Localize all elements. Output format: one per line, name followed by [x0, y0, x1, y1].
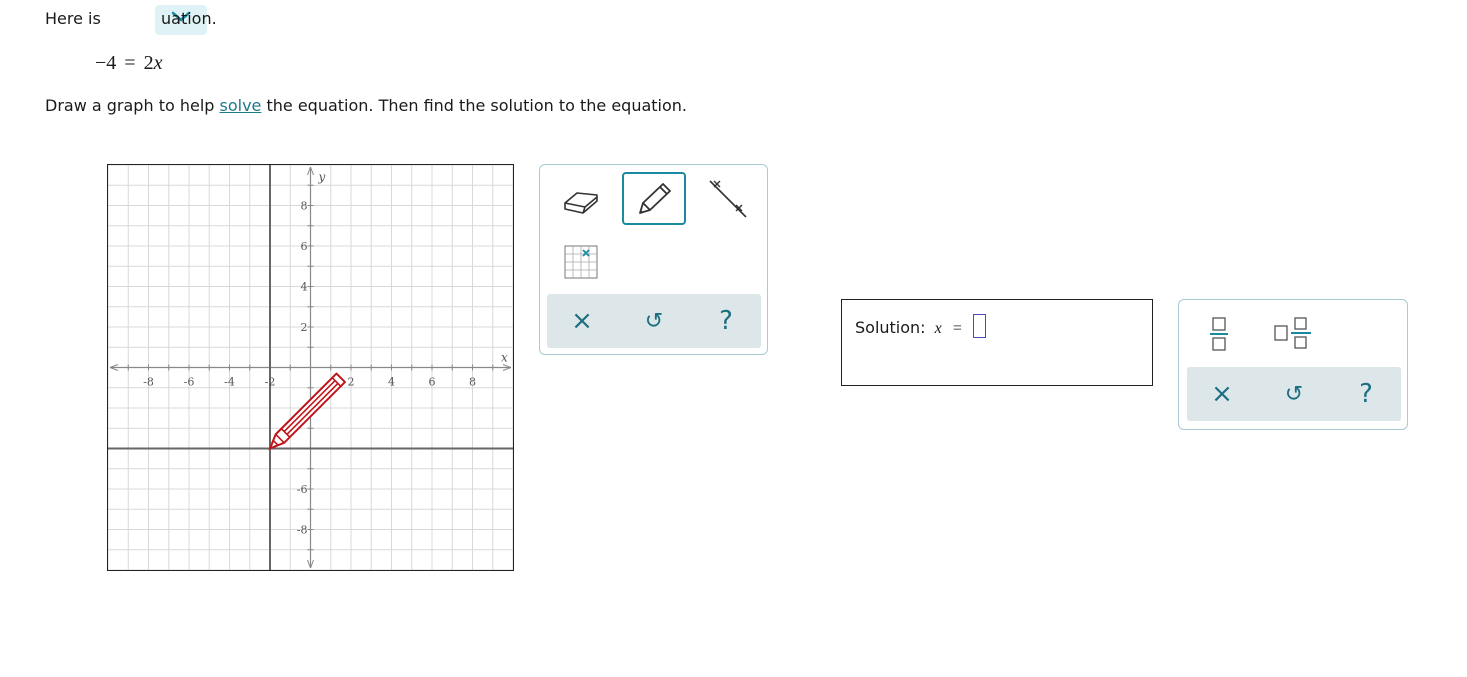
x-tick-label: 8	[469, 376, 476, 389]
x-tick-label: -4	[224, 376, 235, 389]
y-tick-label: -6	[297, 483, 308, 496]
point-tool[interactable]	[556, 237, 606, 287]
y-tick-label: 4	[301, 281, 308, 294]
graph-tool-bar: × ↺ ?	[547, 294, 761, 348]
answer-box: Solution: x =	[841, 299, 1153, 386]
mixed-number-icon	[1274, 317, 1311, 349]
instruction-text-after: the equation. Then find the solution to …	[261, 96, 688, 115]
pencil-icon	[639, 182, 671, 214]
y-tick-label: -8	[297, 524, 308, 537]
solution-label: Solution:	[855, 318, 926, 337]
x-tick-label: -2	[265, 376, 276, 389]
equation-variable: x	[153, 52, 163, 74]
x-tick-label: 2	[348, 376, 355, 389]
x-tick-label: -8	[143, 376, 154, 389]
keypad-bar: × ↺ ?	[1187, 367, 1401, 421]
fraction-button[interactable]	[1201, 312, 1237, 354]
y-tick-label: 6	[301, 240, 308, 253]
eraser-icon	[564, 192, 598, 214]
solution-equals: =	[952, 320, 962, 337]
intro-text-before: Here is	[45, 9, 101, 28]
x-tick-label: 4	[388, 376, 395, 389]
x-tick-label: 6	[429, 376, 436, 389]
y-tick-label: 8	[301, 200, 308, 213]
instruction: Draw a graph to help solve the equation.…	[45, 96, 687, 116]
y-axis-label: y	[318, 170, 326, 184]
eraser-tool[interactable]	[556, 175, 606, 225]
pencil-icon	[268, 372, 346, 451]
y-tick-label: 2	[301, 321, 308, 334]
instruction-text-before: Draw a graph to help	[45, 96, 220, 115]
math-keypad: × ↺ ?	[1178, 299, 1408, 430]
mixed-number-button[interactable]	[1271, 312, 1315, 354]
graph-canvas[interactable]: -8 -6 -4 -2 2 4 6 8 8 6 4 2 -6 -8 x y	[107, 164, 514, 571]
equation-lhs: −4	[95, 52, 117, 74]
intro-text-after: uation.	[161, 9, 217, 28]
equation-equals: =	[124, 52, 136, 74]
line-icon	[709, 180, 747, 218]
undo-button[interactable]: ↺	[629, 294, 679, 348]
x-axis-label: x	[501, 351, 508, 365]
line-tool[interactable]	[700, 175, 750, 225]
solution-input[interactable]	[973, 314, 986, 338]
keypad-undo-button[interactable]: ↺	[1269, 367, 1319, 421]
help-button[interactable]: ?	[701, 294, 751, 348]
solution-variable: x	[934, 320, 942, 337]
graph-svg[interactable]: -8 -6 -4 -2 2 4 6 8 8 6 4 2 -6 -8 x y	[108, 165, 513, 570]
clear-button[interactable]: ×	[557, 294, 607, 348]
solve-link[interactable]: solve	[220, 96, 262, 115]
equation: −4 = 2x	[95, 51, 162, 75]
answer-label: Solution: x =	[855, 318, 962, 338]
x-tick-label: -6	[184, 376, 195, 389]
equation-coefficient: 2	[143, 52, 154, 74]
pencil-tool[interactable]	[622, 172, 686, 225]
point-grid-icon	[564, 245, 598, 279]
fraction-icon	[1210, 317, 1228, 351]
keypad-clear-button[interactable]: ×	[1197, 367, 1247, 421]
keypad-help-button[interactable]: ?	[1341, 367, 1391, 421]
graph-tool-panel: × ↺ ?	[539, 164, 768, 355]
